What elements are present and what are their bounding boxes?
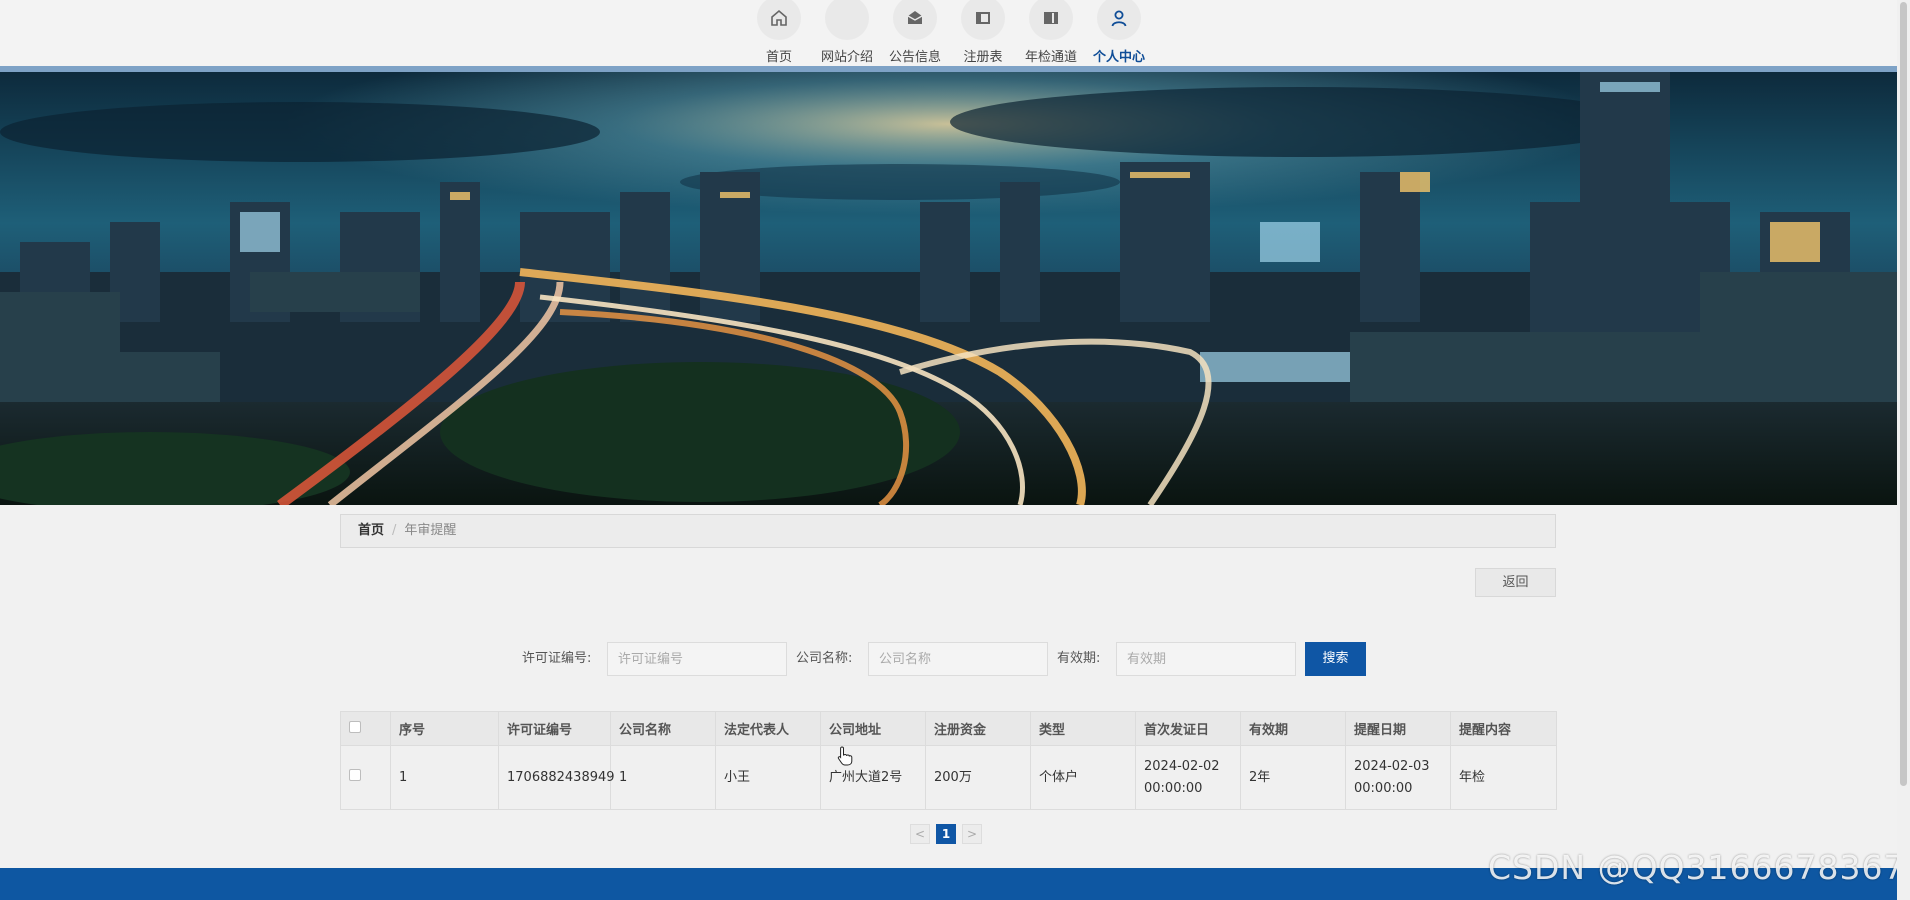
nav-item-intro[interactable]: 网站介绍 <box>813 0 881 65</box>
column-header: 有效期 <box>1240 711 1346 746</box>
column-header: 法定代表人 <box>715 711 821 746</box>
breadcrumb-home[interactable]: 首页 <box>358 523 384 538</box>
nav-label: 个人中心 <box>1092 50 1145 65</box>
row-select-cell <box>340 745 391 810</box>
table-cell: 年检 <box>1450 745 1557 810</box>
table-cell: 2024-02-03 00:00:00 <box>1345 745 1451 810</box>
nav-label: 公告信息 <box>888 50 941 65</box>
nav-item-inspection[interactable]: 年检通道 <box>1017 0 1085 65</box>
page-scrollbar[interactable] <box>1897 0 1910 900</box>
column-header: 公司名称 <box>610 711 716 746</box>
column-header: 许可证编号 <box>498 711 611 746</box>
breadcrumb-separator: / <box>392 523 397 538</box>
nav-label: 首页 <box>765 50 792 65</box>
prev-page-button[interactable]: < <box>910 824 930 844</box>
company-input[interactable] <box>868 642 1048 676</box>
scrollbar-thumb[interactable] <box>1900 2 1907 786</box>
table-cell: 小王 <box>715 745 821 810</box>
table-row[interactable]: 1 1706882438949 1 小王 广州大道2号 200万 个体户 202… <box>340 745 1557 810</box>
company-label: 公司名称: <box>796 651 853 666</box>
breadcrumb: 首页 / 年审提醒 <box>340 514 1556 548</box>
license-input[interactable] <box>607 642 787 676</box>
nav-item-register[interactable]: 注册表 <box>949 0 1017 65</box>
table-cell: 1706882438949 <box>498 745 615 810</box>
back-button[interactable]: 返回 <box>1475 568 1556 597</box>
nav-item-profile[interactable]: 个人中心 <box>1085 0 1153 65</box>
next-page-button[interactable]: > <box>962 824 982 844</box>
intro-icon <box>825 0 869 40</box>
select-all-checkbox[interactable] <box>349 720 361 733</box>
table-cell: 200万 <box>925 745 1031 810</box>
nav-label: 注册表 <box>963 50 1003 65</box>
banner-image <box>0 72 1897 505</box>
nav-item-notice[interactable]: 公告信息 <box>881 0 949 65</box>
table-cell: 1 <box>610 745 716 810</box>
validity-label: 有效期: <box>1057 651 1101 666</box>
column-header: 提醒内容 <box>1450 711 1557 746</box>
table-cell: 2年 <box>1240 745 1346 810</box>
select-all-cell <box>340 711 391 746</box>
breadcrumb-current: 年审提醒 <box>404 523 457 538</box>
column-header: 注册资金 <box>925 711 1031 746</box>
table-cell: 1 <box>390 745 499 810</box>
home-icon <box>757 0 801 40</box>
data-table: 序号 许可证编号 公司名称 法定代表人 公司地址 注册资金 类型 首次发证日 有… <box>340 711 1557 810</box>
user-icon <box>1097 0 1141 40</box>
panel-icon <box>961 0 1005 40</box>
table-cell: 2024-02-02 00:00:00 <box>1135 745 1241 810</box>
validity-input[interactable] <box>1116 642 1296 676</box>
hand-cursor-icon <box>837 746 853 770</box>
column-header: 公司地址 <box>820 711 926 746</box>
nav-items: 首页 网站介绍 公告信息 注册表 年检通道 个人中心 <box>745 0 1153 65</box>
row-checkbox[interactable] <box>349 768 361 781</box>
column-header: 类型 <box>1030 711 1136 746</box>
nav-label: 网站介绍 <box>820 50 873 65</box>
nav-item-home[interactable]: 首页 <box>745 0 813 65</box>
watermark: CSDN @QQ3166678367 <box>1488 848 1906 887</box>
envelope-icon <box>893 0 937 40</box>
top-nav: 首页 网站介绍 公告信息 注册表 年检通道 个人中心 <box>0 0 1897 72</box>
search-bar: 许可证编号: 公司名称: 有效期: 搜索 <box>0 642 1897 676</box>
license-label: 许可证编号: <box>522 651 592 666</box>
table-cell: 个体户 <box>1030 745 1136 810</box>
column-header: 提醒日期 <box>1345 711 1451 746</box>
search-button[interactable]: 搜索 <box>1305 642 1366 676</box>
book-icon <box>1029 0 1073 40</box>
column-header: 序号 <box>390 711 499 746</box>
table-header-row: 序号 许可证编号 公司名称 法定代表人 公司地址 注册资金 类型 首次发证日 有… <box>340 711 1557 746</box>
column-header: 首次发证日 <box>1135 711 1241 746</box>
pagination: < 1 > <box>910 824 982 844</box>
page-1-button[interactable]: 1 <box>936 824 956 844</box>
nav-label: 年检通道 <box>1024 50 1077 65</box>
